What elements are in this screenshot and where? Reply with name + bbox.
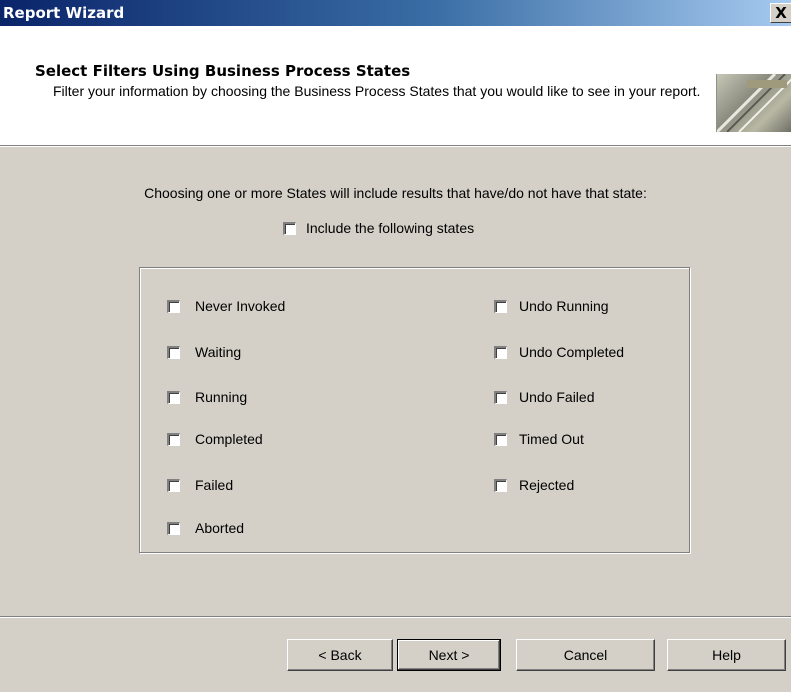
state-label-failed[interactable]: Failed: [195, 477, 233, 493]
wizard-header: Select Filters Using Business Process St…: [0, 26, 791, 146]
state-label-timed-out[interactable]: Timed Out: [519, 431, 584, 447]
help-button[interactable]: Help: [667, 639, 786, 671]
state-checkbox-rejected[interactable]: [494, 479, 507, 492]
state-label-never-invoked[interactable]: Never Invoked: [195, 298, 285, 314]
state-label-undo-running[interactable]: Undo Running: [519, 298, 609, 314]
footer-divider: [0, 616, 791, 618]
title-bar: Report Wizard X: [0, 0, 791, 26]
state-label-running[interactable]: Running: [195, 389, 247, 405]
state-checkbox-undo-failed[interactable]: [494, 391, 507, 404]
state-label-undo-failed[interactable]: Undo Failed: [519, 389, 595, 405]
close-button[interactable]: X: [770, 3, 791, 23]
state-checkbox-never-invoked[interactable]: [167, 300, 180, 313]
include-states-checkbox[interactable]: [283, 222, 296, 235]
back-button[interactable]: < Back: [287, 639, 393, 671]
state-checkbox-waiting[interactable]: [167, 346, 180, 359]
intro-text: Choosing one or more States will include…: [144, 185, 647, 201]
state-checkbox-undo-running[interactable]: [494, 300, 507, 313]
state-label-aborted[interactable]: Aborted: [195, 520, 244, 536]
state-checkbox-failed[interactable]: [167, 479, 180, 492]
header-description: Filter your information by choosing the …: [53, 83, 701, 99]
state-label-undo-completed[interactable]: Undo Completed: [519, 344, 624, 360]
close-icon: X: [775, 4, 787, 22]
state-checkbox-aborted[interactable]: [167, 522, 180, 535]
next-button[interactable]: Next >: [397, 639, 501, 671]
state-label-rejected[interactable]: Rejected: [519, 477, 574, 493]
cancel-button[interactable]: Cancel: [516, 639, 655, 671]
state-label-completed[interactable]: Completed: [195, 431, 263, 447]
report-graphic-icon: [716, 74, 791, 132]
state-label-waiting[interactable]: Waiting: [195, 344, 241, 360]
state-checkbox-undo-completed[interactable]: [494, 346, 507, 359]
state-checkbox-running[interactable]: [167, 391, 180, 404]
state-checkbox-timed-out[interactable]: [494, 433, 507, 446]
window-title: Report Wizard: [3, 4, 125, 22]
header-title: Select Filters Using Business Process St…: [35, 62, 411, 80]
include-states-label[interactable]: Include the following states: [306, 220, 474, 236]
state-checkbox-completed[interactable]: [167, 433, 180, 446]
